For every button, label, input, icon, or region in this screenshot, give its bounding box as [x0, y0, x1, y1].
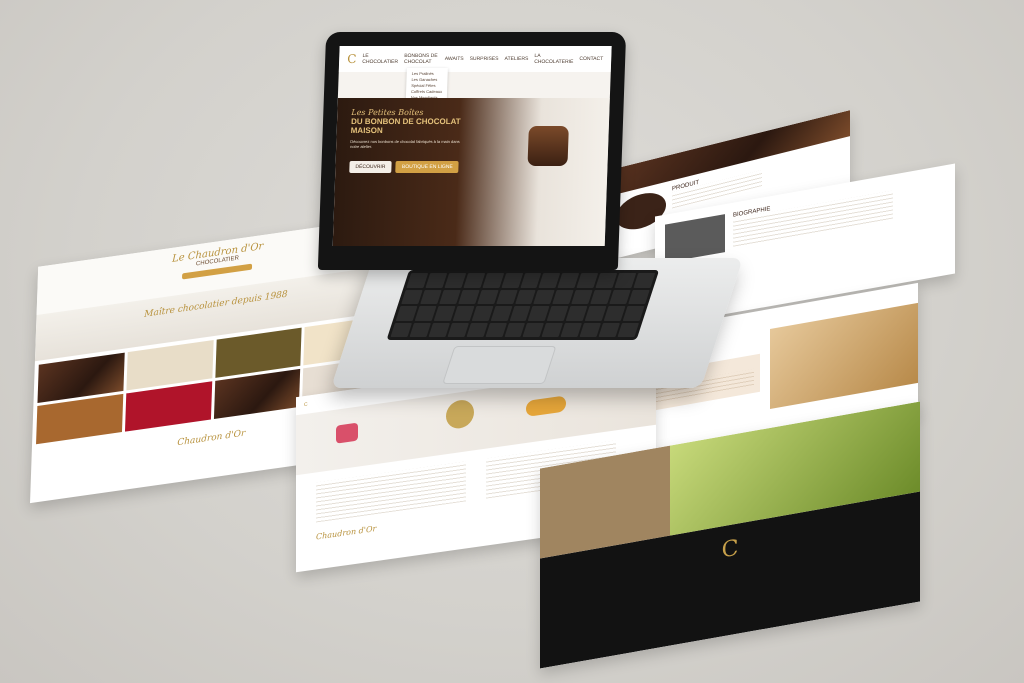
footer-logo: C	[721, 535, 739, 564]
workshop-image	[770, 302, 918, 409]
nav-item[interactable]: LA CHOCOLATERIE	[534, 53, 573, 65]
nav-item[interactable]: AWAITS	[445, 56, 464, 62]
medal-icon	[446, 398, 474, 431]
nav-item[interactable]: BONBONS DE CHOCOLAT	[404, 53, 439, 65]
nav-item[interactable]: ATELIERS	[504, 56, 528, 62]
center-logo-icon: C	[304, 401, 308, 409]
chocolate-image	[527, 126, 569, 166]
nav-item[interactable]: LE CHOCOLATIER	[362, 53, 398, 65]
keyboard	[386, 270, 660, 340]
nav-item[interactable]: CONTACT	[579, 56, 603, 62]
site-logo[interactable]: C	[347, 52, 357, 66]
discover-button[interactable]: DÉCOUVRIR	[349, 161, 392, 173]
product-image	[526, 395, 566, 417]
laptop-lid: C LE CHOCOLATIER BONBONS DE CHOCOLAT AWA…	[317, 32, 627, 270]
nav-item[interactable]: SURPRISES	[470, 56, 499, 62]
laptop-screen: C LE CHOCOLATIER BONBONS DE CHOCOLAT AWA…	[332, 46, 612, 246]
mockup-scene: Le Chaudron d'Or CHOCOLATIER Maître choc…	[0, 0, 1024, 683]
portrait-image	[665, 214, 725, 263]
hero-script: Les Petites Boîtes	[351, 108, 424, 117]
hero: Les Petites Boîtes DU BONBON DE CHOCOLAT…	[332, 98, 610, 246]
hero-title: DU BONBON DE CHOCOLAT MAISON	[350, 117, 461, 135]
left-page-footer-title: Chaudron d'Or	[177, 428, 246, 449]
site-nav: C LE CHOCOLATIER BONBONS DE CHOCOLAT AWA…	[338, 46, 612, 72]
laptop-base	[330, 258, 744, 388]
product-image	[336, 422, 358, 444]
shop-button[interactable]: BOUTIQUE EN LIGNE	[395, 161, 459, 173]
hero-text: Découvrez nos bonbons de chocolat fabriq…	[350, 139, 460, 149]
trackpad	[442, 346, 557, 384]
